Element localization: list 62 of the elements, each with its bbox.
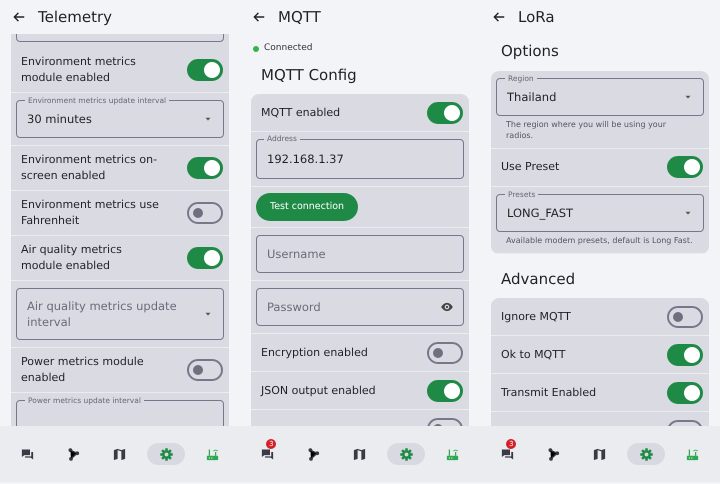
test-connection-button[interactable]: Test connection (256, 193, 358, 222)
screen-title: MQTT (278, 6, 321, 28)
message-icon (260, 446, 275, 462)
settings-tab[interactable] (147, 443, 186, 465)
back-arrow-icon (252, 10, 266, 24)
username-field[interactable]: Username (256, 235, 464, 274)
toggle-switch[interactable] (667, 344, 703, 366)
helper-text: Available modem presets, default is Long Fast. (505, 234, 694, 246)
map-icon (112, 446, 128, 462)
setting-label: JSON output enabled (261, 382, 377, 399)
toggle-switch[interactable] (427, 102, 463, 124)
setting-label: Encryption enabled (261, 344, 369, 361)
toggle-switch[interactable] (187, 247, 223, 269)
toggle-switch[interactable] (667, 156, 703, 178)
toggle-switch[interactable] (427, 342, 463, 364)
setting-label: Environment metrics module enabled (21, 54, 137, 86)
map-icon (352, 446, 368, 462)
section-heading: MQTT Config (260, 64, 358, 86)
section-heading: Options (500, 41, 560, 62)
network-icon (66, 446, 82, 462)
toggle-switch[interactable] (187, 359, 223, 381)
setting-label: Environment metrics use Fahrenheit (21, 197, 160, 229)
field-value: 30 minutes (27, 111, 92, 127)
setting-label: Air quality metrics module enabled (21, 242, 123, 274)
field-value: Thailand (507, 88, 556, 104)
password-field[interactable]: Password (256, 288, 464, 326)
section-heading: Advanced (500, 268, 576, 290)
message-icon (500, 446, 515, 462)
message-icon (20, 446, 35, 462)
settings-tab[interactable] (627, 443, 666, 465)
network-icon (546, 446, 562, 462)
router-icon (445, 446, 460, 462)
settings-icon (398, 446, 414, 462)
setting-label: Ok to MQTT (501, 346, 566, 362)
setting-label: Transmit Enabled (501, 384, 598, 400)
back-arrow-icon (12, 10, 26, 24)
toggle-switch[interactable] (667, 382, 703, 404)
setting-label: MQTT enabled (261, 104, 342, 120)
helper-text: The region where you will be using your radios. (505, 118, 668, 140)
toggle-switch[interactable] (667, 306, 703, 328)
settings-icon (638, 446, 654, 462)
toggle-switch[interactable] (187, 202, 223, 224)
settings-tab[interactable] (387, 443, 426, 465)
dropdown-field[interactable]: Air quality metrics update interval (16, 288, 224, 340)
screen-title: Telemetry (38, 6, 112, 28)
toggle-switch[interactable] (427, 380, 463, 402)
router-icon (205, 446, 220, 462)
map-icon (592, 446, 608, 462)
router-icon (685, 446, 700, 462)
placeholder-text: Air quality metrics update interval (27, 298, 177, 330)
setting-label: Ignore MQTT (501, 308, 572, 324)
setting-label: Power metrics module enabled (21, 354, 145, 386)
toggle-switch[interactable] (187, 157, 223, 179)
field-value: LONG_FAST (507, 204, 574, 220)
setting-label: Use Preset (501, 159, 560, 175)
network-icon (306, 446, 322, 462)
back-arrow-icon (492, 10, 506, 24)
screen-title: LoRa (518, 6, 555, 28)
settings-icon (158, 446, 174, 462)
toggle-switch[interactable] (187, 59, 223, 81)
status-text: Connected (264, 42, 312, 55)
setting-label: Environment metrics on-screen enabled (21, 152, 158, 184)
